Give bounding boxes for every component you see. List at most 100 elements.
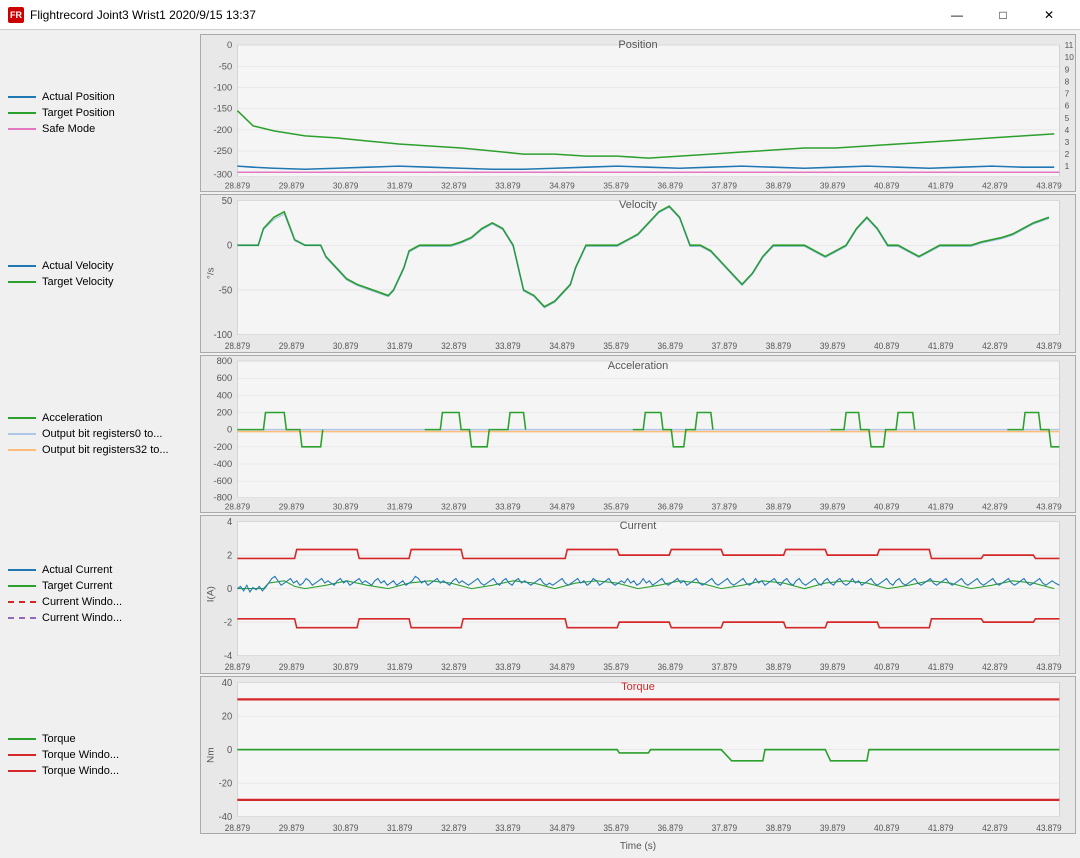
svg-text:11: 11 xyxy=(1065,41,1074,50)
svg-text:32.879: 32.879 xyxy=(441,502,467,511)
svg-text:-20: -20 xyxy=(219,778,233,789)
svg-text:43.879: 43.879 xyxy=(1036,341,1062,351)
legend-label-target-velocity: Target Velocity xyxy=(42,276,114,288)
maximize-button[interactable]: □ xyxy=(980,0,1026,30)
svg-text:-300: -300 xyxy=(213,169,232,179)
svg-text:36.879: 36.879 xyxy=(658,181,684,190)
torque-legend: Torque Torque Windo... Torque Windo... xyxy=(0,676,200,834)
svg-text:29.879: 29.879 xyxy=(279,341,305,351)
svg-text:0: 0 xyxy=(227,425,232,435)
svg-text:43.879: 43.879 xyxy=(1036,823,1062,833)
position-chart: Position 0 -50 -100 -150 -200 -250 -30 xyxy=(200,34,1076,192)
legend-output-bit-0: Output bit registers0 to... xyxy=(8,428,192,440)
svg-text:37.879: 37.879 xyxy=(712,662,738,672)
svg-text:400: 400 xyxy=(217,390,233,400)
torque-chart-svg: 40 20 0 -20 -40 Nm 28.879 29.879 30.879 … xyxy=(201,677,1075,833)
time-axis-row: Time (s) xyxy=(0,836,1076,854)
svg-text:43.879: 43.879 xyxy=(1036,662,1062,672)
svg-text:31.879: 31.879 xyxy=(387,341,413,351)
svg-text:31.879: 31.879 xyxy=(387,502,413,511)
legend-actual-current: Actual Current xyxy=(8,564,192,576)
svg-text:28.879: 28.879 xyxy=(225,823,251,833)
svg-text:I(A): I(A) xyxy=(206,586,217,602)
svg-text:28.879: 28.879 xyxy=(225,341,251,351)
minimize-button[interactable]: — xyxy=(934,0,980,30)
svg-text:0: 0 xyxy=(227,40,232,50)
svg-text:30.879: 30.879 xyxy=(333,823,359,833)
svg-text:34.879: 34.879 xyxy=(549,341,575,351)
legend-line-torque-window-1 xyxy=(8,754,36,756)
legend-line-target-velocity xyxy=(8,281,36,283)
svg-text:-2: -2 xyxy=(224,617,232,628)
svg-text:0: 0 xyxy=(227,584,233,595)
svg-text:35.879: 35.879 xyxy=(603,181,629,190)
svg-text:7: 7 xyxy=(1065,90,1070,99)
svg-text:33.879: 33.879 xyxy=(495,502,521,511)
current-chart: Current 4 2 0 -2 -4 I(A) 28.879 29.879 3… xyxy=(200,515,1076,673)
svg-text:50: 50 xyxy=(222,196,233,207)
titlebar-left: FR Flightrecord Joint3 Wrist1 2020/9/15 … xyxy=(8,7,256,23)
svg-text:30.879: 30.879 xyxy=(333,341,359,351)
svg-text:30.879: 30.879 xyxy=(333,502,359,511)
svg-text:38.879: 38.879 xyxy=(766,823,792,833)
legend-line-torque-window-2 xyxy=(8,770,36,772)
svg-text:43.879: 43.879 xyxy=(1036,502,1062,511)
current-legend: Actual Current Target Current Current Wi… xyxy=(0,515,200,673)
svg-text:35.879: 35.879 xyxy=(603,502,629,511)
svg-text:3: 3 xyxy=(1065,138,1070,147)
svg-text:42.879: 42.879 xyxy=(982,502,1008,511)
svg-text:-100: -100 xyxy=(213,83,232,93)
legend-torque-window-1: Torque Windo... xyxy=(8,749,192,761)
svg-text:600: 600 xyxy=(217,373,233,383)
svg-text:29.879: 29.879 xyxy=(279,181,305,190)
legend-line-acceleration xyxy=(8,417,36,419)
svg-text:41.879: 41.879 xyxy=(928,662,954,672)
torque-chart-row: Torque Torque Windo... Torque Windo... T… xyxy=(0,676,1076,834)
close-button[interactable]: ✕ xyxy=(1026,0,1072,30)
legend-line-torque xyxy=(8,738,36,740)
acceleration-chart-svg: 800 600 400 200 0 -200 -400 -600 -800 28… xyxy=(201,356,1075,512)
titlebar: FR Flightrecord Joint3 Wrist1 2020/9/15 … xyxy=(0,0,1080,30)
velocity-chart-row: Actual Velocity Target Velocity Velocity… xyxy=(0,194,1076,352)
svg-text:4: 4 xyxy=(1065,126,1070,135)
svg-text:36.879: 36.879 xyxy=(658,341,684,351)
svg-text:5: 5 xyxy=(1065,114,1070,123)
svg-text:39.879: 39.879 xyxy=(820,662,846,672)
legend-acceleration: Acceleration xyxy=(8,412,192,424)
svg-text:31.879: 31.879 xyxy=(387,662,413,672)
svg-text:37.879: 37.879 xyxy=(712,181,738,190)
legend-label-output-bit-0: Output bit registers0 to... xyxy=(42,428,162,440)
position-legend: Actual Position Target Position Safe Mod… xyxy=(0,34,200,192)
svg-text:32.879: 32.879 xyxy=(441,823,467,833)
main-content: Actual Position Target Position Safe Mod… xyxy=(0,30,1080,858)
svg-text:32.879: 32.879 xyxy=(441,341,467,351)
svg-text:29.879: 29.879 xyxy=(279,502,305,511)
svg-text:42.879: 42.879 xyxy=(982,662,1008,672)
svg-text:37.879: 37.879 xyxy=(712,502,738,511)
legend-label-target-current: Target Current xyxy=(42,580,112,592)
app-icon: FR xyxy=(8,7,24,23)
svg-text:39.879: 39.879 xyxy=(820,341,846,351)
svg-text:28.879: 28.879 xyxy=(225,502,251,511)
velocity-chart: Velocity 50 0 -50 -100 °/s 28.879 29.879… xyxy=(200,194,1076,352)
svg-text:-4: -4 xyxy=(224,651,233,662)
legend-label-actual-velocity: Actual Velocity xyxy=(42,260,114,272)
svg-text:2: 2 xyxy=(1065,150,1070,159)
legend-current-window-2: Current Windo... xyxy=(8,612,192,624)
svg-text:40: 40 xyxy=(222,677,233,688)
svg-text:39.879: 39.879 xyxy=(820,181,846,190)
svg-text:30.879: 30.879 xyxy=(333,181,359,190)
legend-line-output-bit-32 xyxy=(8,449,36,451)
current-chart-svg: 4 2 0 -2 -4 I(A) 28.879 29.879 30.879 31… xyxy=(201,516,1075,672)
svg-text:40.879: 40.879 xyxy=(874,823,900,833)
legend-label-actual-current: Actual Current xyxy=(42,564,112,576)
legend-label-current-window-2: Current Windo... xyxy=(42,612,122,624)
legend-label-acceleration: Acceleration xyxy=(42,412,103,424)
svg-text:40.879: 40.879 xyxy=(874,181,900,190)
legend-label-target-position: Target Position xyxy=(42,107,115,119)
svg-text:6: 6 xyxy=(1065,102,1070,111)
svg-text:2: 2 xyxy=(227,550,232,561)
svg-text:38.879: 38.879 xyxy=(766,341,792,351)
legend-label-torque-window-1: Torque Windo... xyxy=(42,749,119,761)
svg-text:1: 1 xyxy=(1065,162,1070,171)
